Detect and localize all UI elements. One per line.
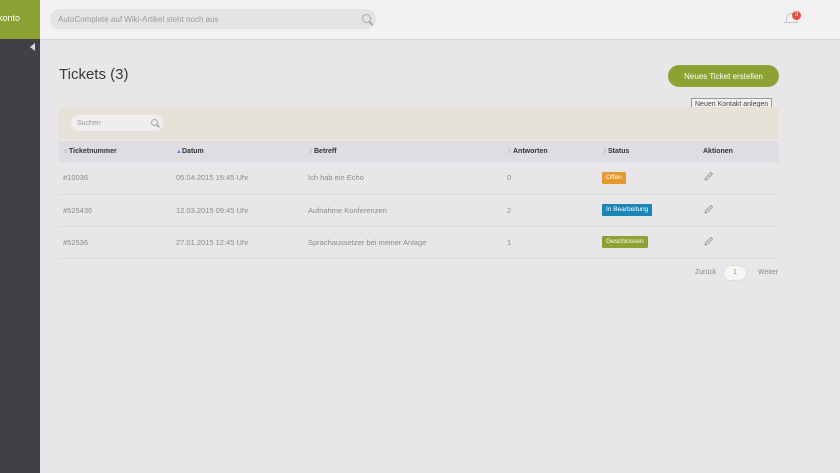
column-header-betreff[interactable]: ⇕Betreff bbox=[308, 141, 507, 162]
pagination-page-current[interactable]: 1 bbox=[723, 265, 747, 281]
table-row[interactable]: #52536 27.01.2015 12:45 Uhr Sprachausset… bbox=[59, 226, 779, 258]
ticket-answers: 0 bbox=[507, 173, 512, 183]
pencil-icon[interactable] bbox=[703, 204, 714, 215]
ticket-date: 27.01.2015 12:45 Uhr bbox=[176, 237, 249, 247]
ticket-date: 12.03.2015 09:45 Uhr bbox=[176, 205, 249, 215]
table-filter-bar bbox=[59, 107, 779, 139]
status-badge: Offen bbox=[602, 171, 626, 184]
table-search-input[interactable] bbox=[77, 115, 147, 131]
global-search bbox=[50, 9, 376, 29]
ticket-subject[interactable]: Aufnahme Konferenzen bbox=[308, 194, 507, 226]
ticket-id[interactable]: #525436 bbox=[59, 194, 176, 226]
brand-block[interactable]: konto bbox=[0, 0, 40, 39]
sidebar: konto bbox=[0, 0, 40, 473]
pencil-icon[interactable] bbox=[703, 236, 714, 247]
search-icon[interactable] bbox=[362, 14, 371, 23]
global-search-input[interactable] bbox=[58, 9, 348, 29]
status-badge: Geschlossen bbox=[602, 236, 648, 248]
ticket-subject[interactable]: Sprachaussetzer bei meiner Anlage bbox=[308, 226, 507, 258]
table-search bbox=[71, 115, 163, 131]
column-header-ticketnummer[interactable]: ⇕Ticketnummer bbox=[59, 141, 176, 162]
ticket-answers: 1 bbox=[507, 237, 512, 247]
table-row[interactable]: #10036 05.04.2015 15:45 Uhr Ich hab ein … bbox=[59, 162, 779, 194]
ticket-date: 05.04.2015 15:45 Uhr bbox=[176, 173, 249, 183]
page-title: Tickets (3) bbox=[59, 66, 129, 83]
triangle-left-icon[interactable] bbox=[30, 43, 35, 51]
pencil-icon[interactable] bbox=[703, 171, 714, 182]
notification-badge: 3 bbox=[792, 11, 801, 20]
pagination-prev[interactable]: Zurück bbox=[695, 269, 716, 276]
column-header-datum[interactable]: ▲Datum bbox=[176, 141, 308, 162]
pagination-next[interactable]: Weiter bbox=[758, 269, 778, 276]
topbar: 3 bbox=[40, 0, 840, 40]
new-ticket-button[interactable]: Neues Ticket erstellen bbox=[668, 65, 779, 87]
ticket-subject[interactable]: Ich hab ein Echo bbox=[308, 162, 507, 194]
ticket-id[interactable]: #52536 bbox=[59, 226, 176, 258]
status-badge: In Bearbeitung bbox=[602, 204, 653, 216]
tickets-table: ⇕Ticketnummer ▲Datum ⇕Betreff ⇕Antworten… bbox=[59, 141, 779, 259]
pagination: Zurück 1 Weiter bbox=[695, 265, 785, 281]
column-header-aktionen: Aktionen bbox=[703, 148, 733, 155]
table-header-row: ⇕Ticketnummer ▲Datum ⇕Betreff ⇕Antworten… bbox=[59, 141, 779, 162]
brand-label: konto bbox=[0, 13, 21, 23]
ticket-answers: 2 bbox=[507, 205, 512, 215]
table-row[interactable]: #525436 12.03.2015 09:45 Uhr Aufnahme Ko… bbox=[59, 194, 779, 226]
search-icon[interactable] bbox=[151, 119, 158, 126]
column-header-antworten[interactable]: ⇕Antworten bbox=[507, 141, 602, 162]
ticket-id[interactable]: #10036 bbox=[59, 162, 176, 194]
column-header-status[interactable]: ⇕Status bbox=[602, 141, 703, 162]
